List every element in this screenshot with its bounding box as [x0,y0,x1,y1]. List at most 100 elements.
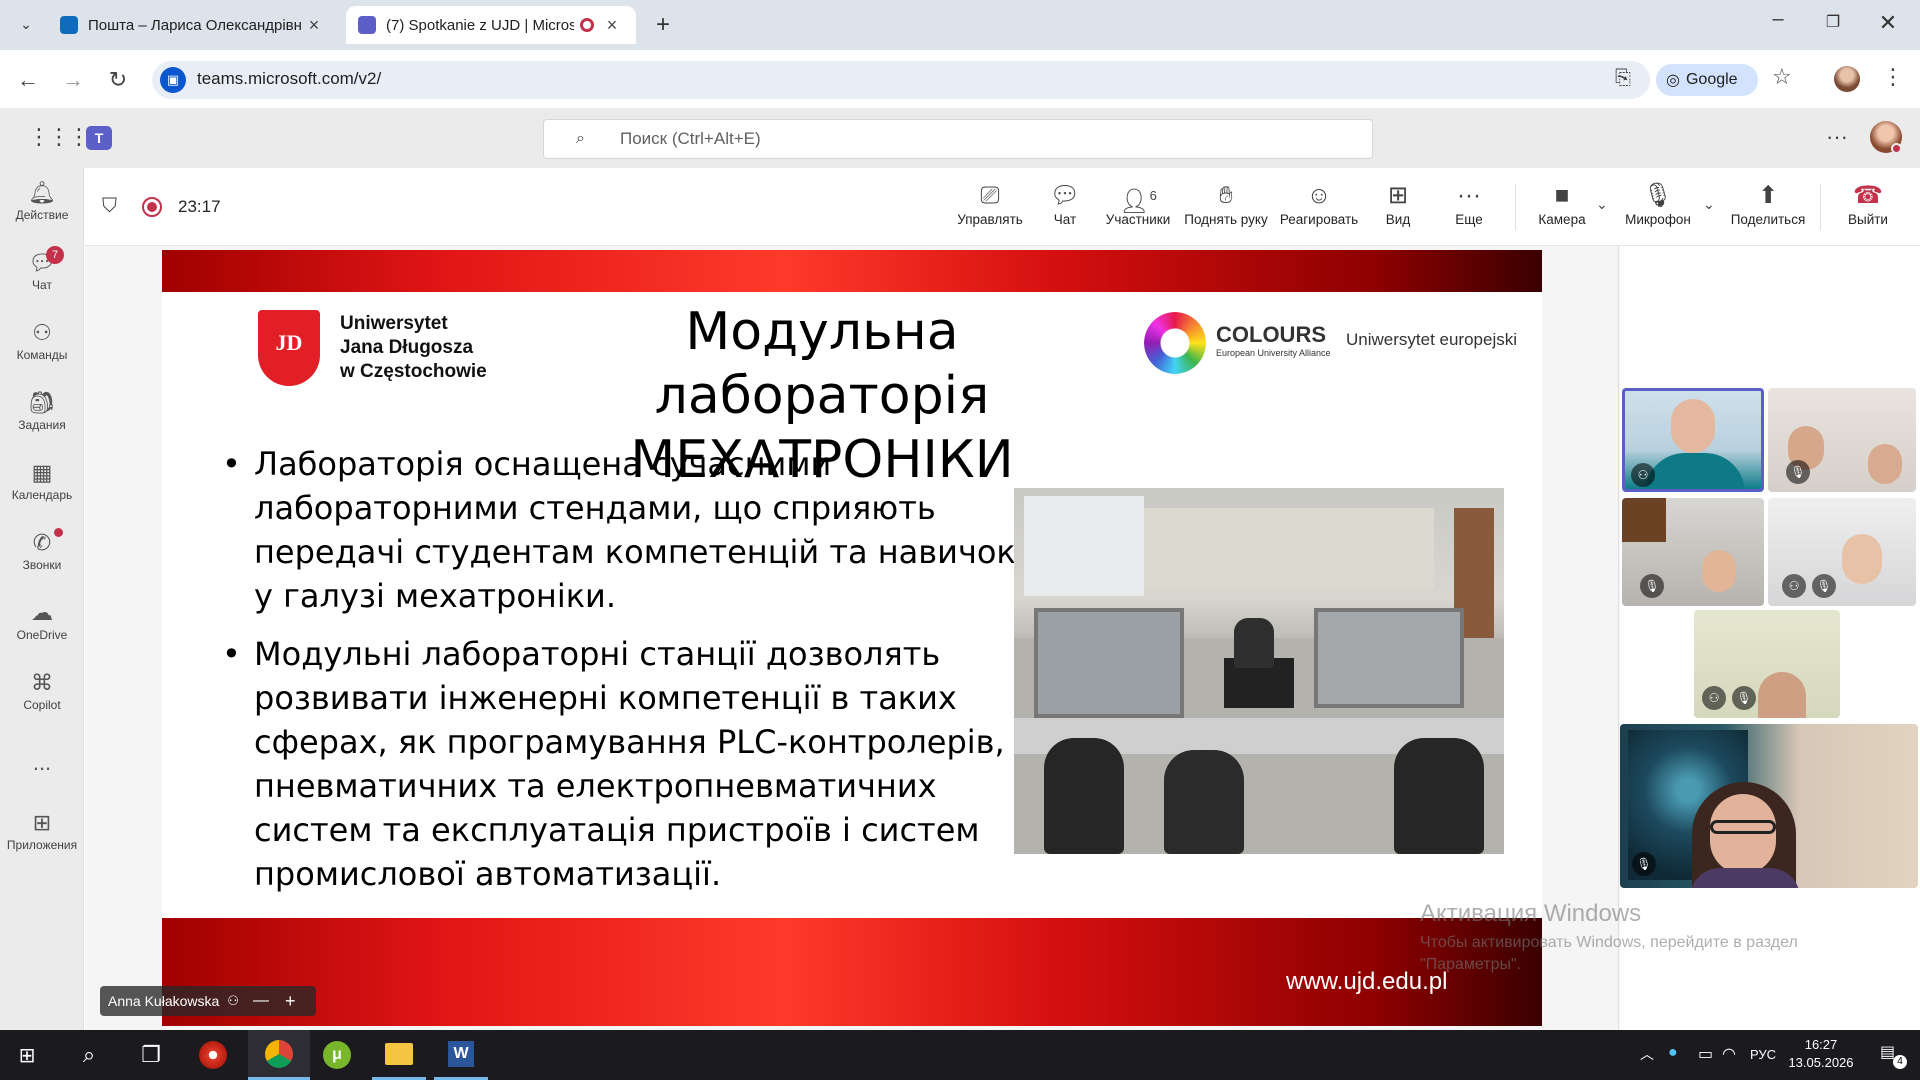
mic-off-icon: 🎙︎ [1640,574,1664,598]
rail-item-more[interactable]: ... [0,748,84,810]
tab-teams-meeting[interactable]: (7) Spotkanie z UJD | Microsoft Teams × [346,6,636,44]
language-indicator[interactable]: РУС [1750,1047,1776,1062]
shared-slide: JD Uniwersytet Jana Długosza w Częstocho… [162,250,1542,1026]
tab-list-button[interactable]: ⌄ [12,10,40,38]
participant-face [1842,534,1882,584]
react-button[interactable]: ☺ Реагировать [1278,180,1360,227]
rail-item-copilot[interactable]: ⌘ Copilot [0,668,84,730]
taskbar-search-icon[interactable]: ⌕ [62,1030,116,1080]
back-icon[interactable]: ← [10,62,46,98]
tray-chevron-icon[interactable]: ︿ [1640,1044,1654,1064]
bookmark-star-icon[interactable]: ☆ [1772,64,1792,90]
rail-item-apps[interactable]: ⊞ Приложения [0,808,84,870]
rail-item-assignments[interactable]: 🎒︎ Задания [0,388,84,450]
mic-button[interactable]: 🎙︎ Микрофон [1622,180,1694,227]
zoom-out-icon[interactable]: — [253,992,269,1010]
photo-back-wall [1144,508,1434,588]
bullet-dot-icon: • [222,635,241,673]
utorrent-icon[interactable]: μ [310,1030,364,1080]
settings-more-icon[interactable]: ··· [1826,124,1848,150]
task-view-icon[interactable]: ❐ [124,1030,178,1080]
minimize-window-icon[interactable]: – [1760,8,1796,38]
leave-button[interactable]: ☎︎ Выйти [1838,180,1898,227]
start-button[interactable]: ⊞ [0,1030,54,1080]
rail-item-calls[interactable]: ✆ Звонки [0,528,84,590]
people-icon: 👤︎6 [1119,188,1157,215]
google-lens-chip[interactable]: ◎ Google [1656,64,1758,96]
manage-icon: ⎚ [980,182,1000,209]
participant-tile[interactable]: ⚇ 🎙︎ [1768,498,1916,606]
taskbar-app-icon[interactable] [186,1030,240,1080]
meeting-timer: 23:17 [178,197,221,216]
windows-logo-icon: ⊞ [18,1044,36,1067]
search-input[interactable]: ⌕ Поиск (Ctrl+Alt+E) [543,119,1373,159]
reload-icon[interactable]: ↻ [100,62,136,98]
rail-label: OneDrive [16,628,68,642]
manage-button[interactable]: ⎚ Управлять [955,180,1025,227]
file-explorer-icon[interactable] [372,1030,426,1080]
tray-network-icon[interactable]: ▭ [1698,1044,1713,1064]
presenter-name-tag[interactable]: Anna Kułakowska ⚇ — + [100,986,316,1016]
rail-item-calendar[interactable]: ▦ Календарь [0,458,84,520]
teams-icon: ⚇ [32,320,52,345]
raise-hand-button[interactable]: ✋︎ Поднять руку [1180,180,1272,227]
smiley-icon: ☺ [1306,182,1332,209]
forward-icon[interactable]: → [55,62,91,98]
chrome-icon[interactable] [248,1030,310,1080]
slide-title-line1: Модульна лабораторія [654,302,990,426]
mic-options-chevron-icon[interactable]: ⌄ [1703,196,1715,213]
search-placeholder: Поиск (Ctrl+Alt+E) [620,129,761,148]
participant-tile[interactable]: 🎙︎ [1622,498,1764,606]
close-tab-icon[interactable]: × [600,15,624,36]
colours-tagline: Uniwersytet europejski [1346,330,1518,349]
camera-button[interactable]: ■ Камера [1532,180,1592,227]
close-tab-icon[interactable]: × [302,15,326,36]
new-tab-button[interactable]: + [648,10,678,40]
photo-workstation [1034,608,1184,718]
browser-menu-icon[interactable]: ⋮ [1882,64,1904,90]
chat-button[interactable]: 💬︎ Чат [1040,180,1090,227]
zoom-in-icon[interactable]: + [285,991,296,1012]
app-launcher-icon[interactable]: ⋮⋮⋮ [28,124,90,150]
participants-button[interactable]: 👤︎6 Участники [1102,180,1174,227]
chat-icon: 💬︎ [28,250,56,275]
rail-item-activity[interactable]: 🔔︎ Действие [0,178,84,240]
shield-icon[interactable]: ⛉ [102,195,117,218]
tray-wifi-icon[interactable]: ◠ [1722,1044,1736,1064]
tray-app-icon[interactable]: ● [1668,1044,1678,1062]
site-info-icon[interactable]: ▣ [160,67,186,93]
close-window-icon[interactable]: ✕ [1870,8,1906,38]
hang-up-icon: ☎︎ [1853,182,1883,209]
view-button[interactable]: ⊞ Вид [1378,180,1418,227]
slide-bullet: • Лабораторія оснащена сучасними лаборат… [222,442,1022,618]
presenter-status-icon: ⚇ [1782,574,1806,598]
participant-tile[interactable]: 🎙︎ [1768,388,1916,492]
lab-photo [1014,488,1504,854]
rail-label: Действие [15,208,69,222]
mic-off-icon: 🎙︎ [1786,460,1810,484]
rail-item-chat[interactable]: 💬︎ Чат [0,248,84,310]
more-actions-button[interactable]: ··· Еще [1448,180,1490,227]
outlook-favicon [60,16,78,34]
ujd-name-line: w Częstochowie [340,361,487,382]
install-app-icon[interactable]: ⎘ [1615,67,1631,90]
colours-logo-subtitle: European University Alliance [1216,348,1331,358]
word-icon[interactable]: W [434,1030,488,1080]
leave-label: Выйти [1848,212,1888,227]
restore-window-icon[interactable]: ❐ [1815,8,1851,38]
profile-avatar[interactable] [1834,66,1860,92]
rail-item-teams[interactable]: ⚇ Команды [0,318,84,380]
share-button[interactable]: ⬆︎ Поделиться [1728,180,1808,227]
slide-bullet: • Модульні лабораторні станції дозволять… [222,632,1022,896]
participant-tile[interactable]: ⚇ 🎙︎ [1694,610,1840,718]
participant-tile[interactable]: 🎙︎ [1620,724,1918,888]
chat-label: Чат [1053,212,1077,227]
rail-label: Чат [32,278,52,292]
rail-label: Календарь [11,488,73,502]
rail-item-onedrive[interactable]: ☁︎ OneDrive [0,598,84,660]
camera-options-chevron-icon[interactable]: ⌄ [1596,196,1608,213]
colours-logo-text: COLOURS [1216,322,1326,347]
participant-tile[interactable]: ⚇ [1622,388,1764,492]
tab-mail[interactable]: Пошта – Лариса Олександрівна × [48,6,338,44]
clock[interactable]: 16:27 13.05.2026 [1776,1036,1866,1072]
